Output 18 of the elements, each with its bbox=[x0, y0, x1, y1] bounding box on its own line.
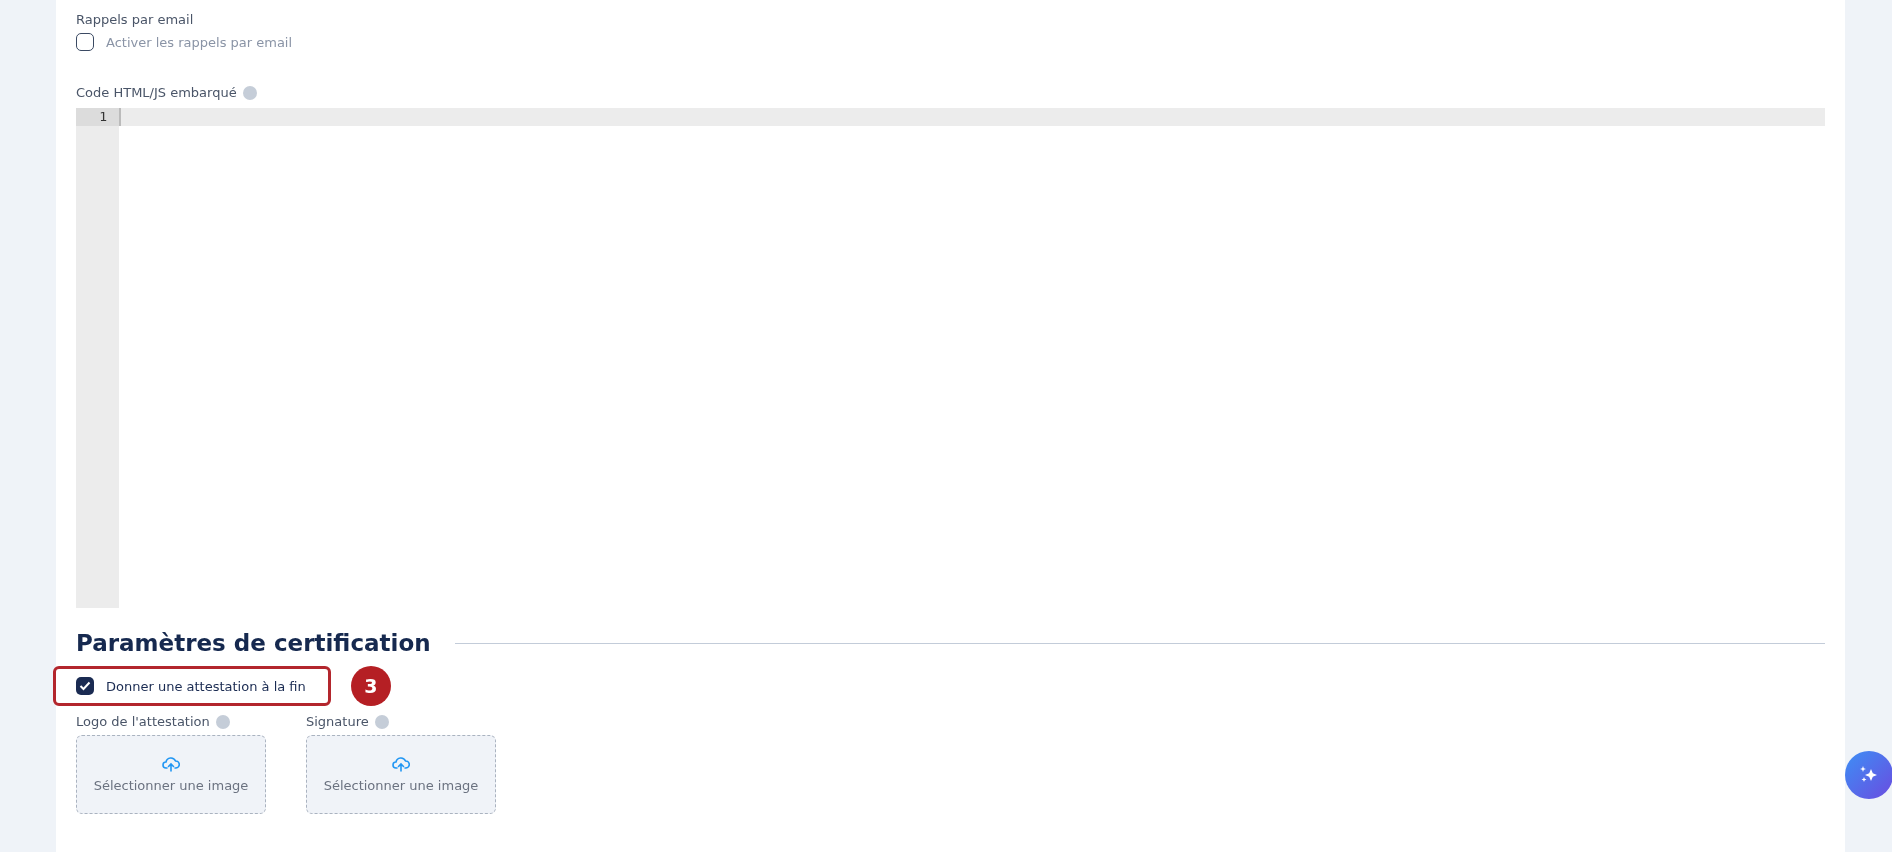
ai-assistant-button[interactable] bbox=[1845, 751, 1892, 799]
step-badge: 3 bbox=[350, 666, 391, 706]
checkbox[interactable] bbox=[76, 677, 94, 695]
check-icon bbox=[79, 681, 91, 691]
code-editor[interactable]: 1 bbox=[76, 108, 1825, 608]
upload-button[interactable]: Sélectionner une image bbox=[306, 735, 496, 814]
section-title: Paramètres de certification bbox=[76, 630, 431, 656]
field-label: Code HTML/JS embarqué bbox=[76, 85, 237, 100]
checkbox[interactable] bbox=[76, 33, 94, 51]
field-label: Rappels par email bbox=[76, 12, 195, 27]
checkbox-label: Donner une attestation à la fin bbox=[106, 678, 306, 694]
upload-button[interactable]: Sélectionner une image bbox=[76, 735, 266, 814]
checkbox-label: Activer les rappels par email bbox=[106, 34, 293, 50]
cloud-upload-icon bbox=[392, 756, 410, 772]
field-label: Logo de l'attestation bbox=[76, 714, 210, 729]
field-label: Signature bbox=[306, 714, 369, 729]
cloud-upload-icon bbox=[162, 756, 180, 772]
line-number: 1 bbox=[76, 108, 119, 126]
